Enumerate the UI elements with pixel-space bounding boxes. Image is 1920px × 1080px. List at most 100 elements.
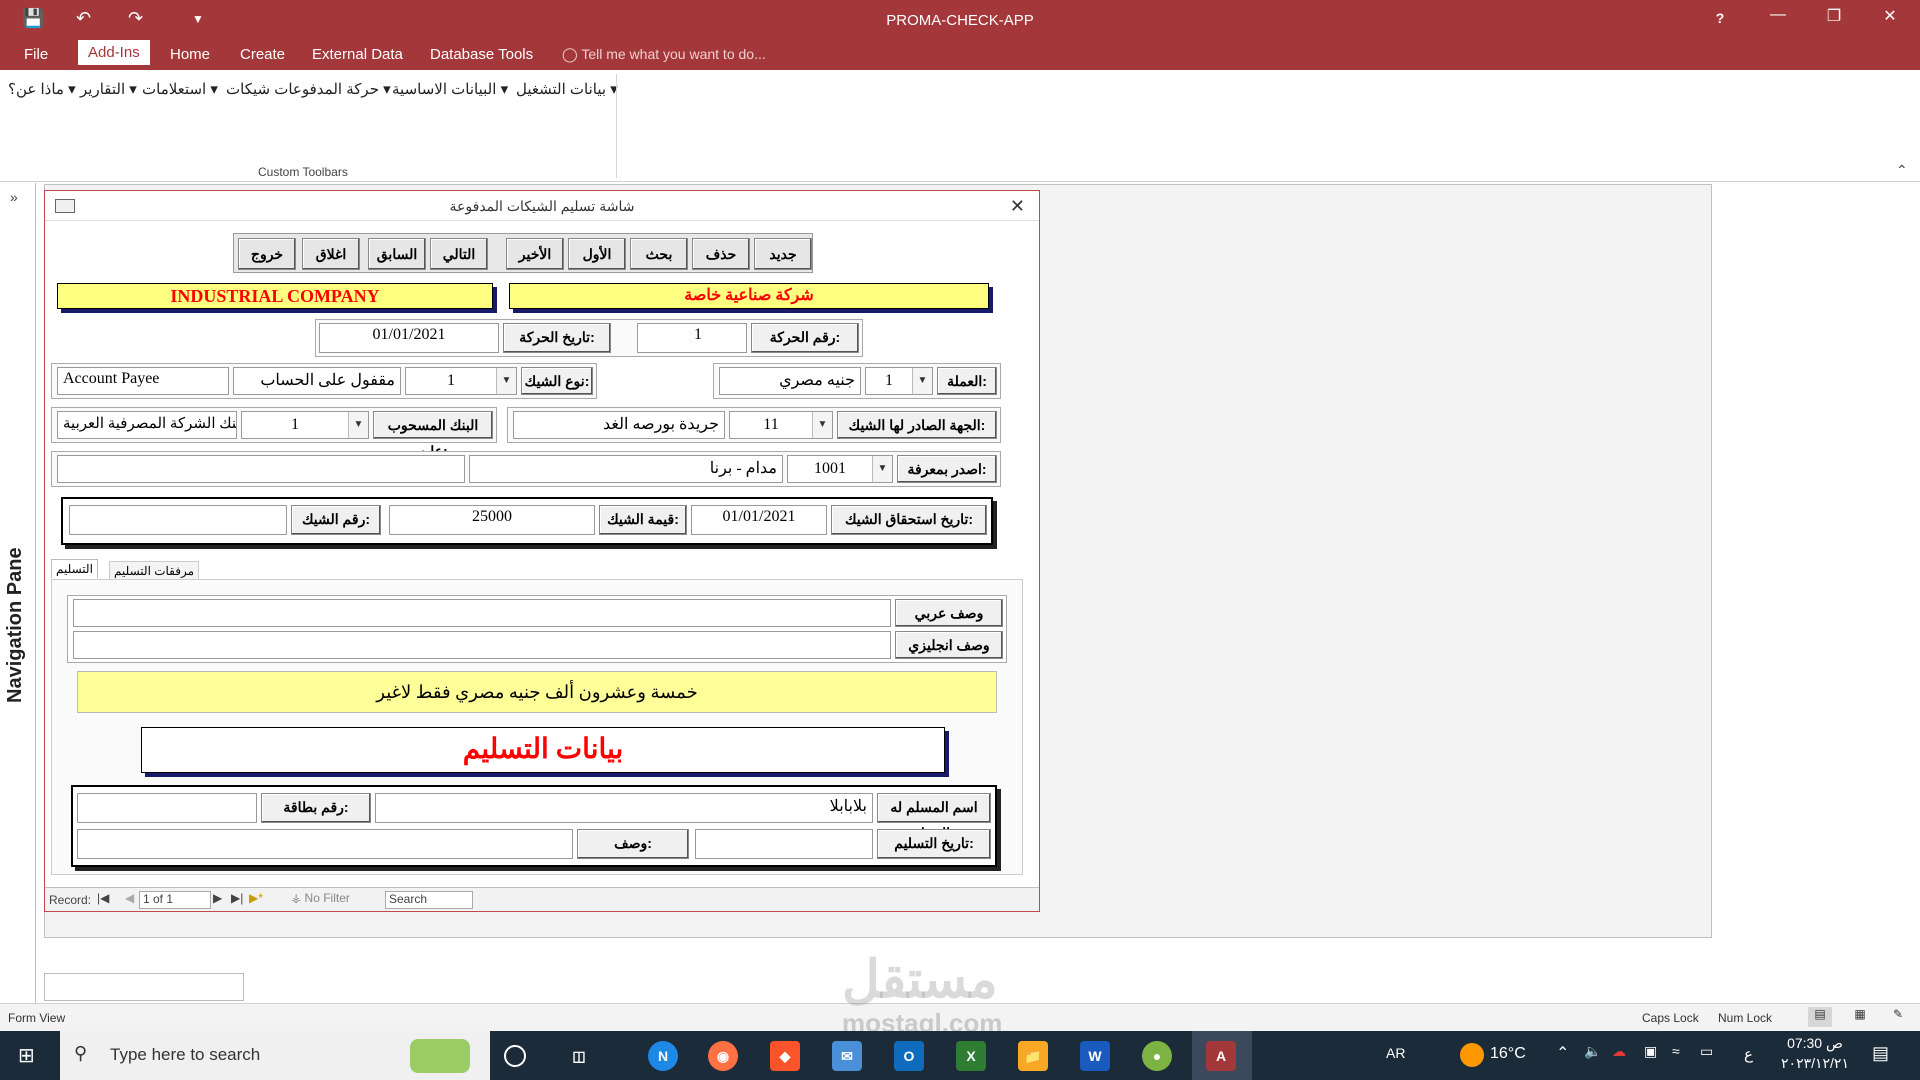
new-record-icon[interactable]: ▶*: [249, 891, 263, 905]
onedrive-icon[interactable]: ☁: [1612, 1043, 1626, 1060]
paint-icon[interactable]: ●: [1142, 1041, 1172, 1071]
access-icon[interactable]: A: [1206, 1041, 1236, 1071]
receiver-name-input[interactable]: بلابابلا: [375, 793, 873, 823]
last-record-icon[interactable]: ▶|: [231, 891, 243, 905]
tab-attachments[interactable]: مرفقات التسليم: [109, 561, 200, 580]
menu-create[interactable]: Create: [240, 46, 285, 63]
tab-delivery[interactable]: التسليم: [51, 559, 98, 578]
previous-record-icon[interactable]: ◀: [125, 891, 134, 905]
chevron-down-icon[interactable]: ▼: [872, 456, 892, 482]
expand-nav-icon[interactable]: »: [10, 189, 18, 205]
chevron-down-icon[interactable]: ▼: [348, 412, 368, 438]
close-button[interactable]: اغلاق: [302, 238, 360, 270]
n-app-icon[interactable]: N: [648, 1041, 678, 1071]
previous-button[interactable]: السابق: [368, 238, 426, 270]
issued-by-extra[interactable]: [57, 455, 465, 483]
desc-input[interactable]: [77, 829, 573, 859]
meet-icon[interactable]: ▣: [1644, 1043, 1657, 1060]
check-no-input[interactable]: [69, 505, 287, 535]
cortana-icon[interactable]: [504, 1045, 526, 1067]
menu-home[interactable]: Home: [170, 46, 210, 63]
ribbon-item-reports[interactable]: التقارير ▾: [80, 80, 137, 98]
menu-addins[interactable]: Add-Ins: [78, 40, 150, 65]
chevron-down-icon[interactable]: ▼: [812, 412, 832, 438]
ribbon-item-operation-data[interactable]: بيانات التشغيل ▾: [516, 80, 618, 98]
restore-button[interactable]: ❐: [1814, 6, 1854, 26]
navigation-pane[interactable]: » Navigation Pane: [0, 183, 36, 1003]
file-explorer-icon[interactable]: 📁: [1018, 1041, 1048, 1071]
menu-file[interactable]: File: [24, 46, 48, 63]
exit-button[interactable]: خروج: [238, 238, 296, 270]
ribbon-item-queries[interactable]: استعلامات ▾: [142, 80, 218, 98]
next-record-icon[interactable]: ▶: [213, 891, 222, 905]
check-type-select[interactable]: 1 ▼: [405, 367, 517, 395]
first-record-icon[interactable]: |◀: [97, 891, 109, 905]
new-button[interactable]: جديد: [754, 238, 812, 270]
clock-time[interactable]: 07:30 ص: [1782, 1035, 1848, 1052]
record-search-input[interactable]: Search: [385, 891, 473, 909]
clock-date[interactable]: ٢٠٢٣/١٢/٢١: [1770, 1055, 1860, 1072]
outlook-icon[interactable]: O: [894, 1041, 924, 1071]
windows-start-icon[interactable]: ⊞: [18, 1043, 35, 1068]
ribbon-item-check-payments[interactable]: حركة المدفوعات شيكات ▾: [226, 80, 391, 98]
movement-date-input[interactable]: 01/01/2021: [319, 323, 499, 353]
wifi-icon[interactable]: ≈: [1672, 1043, 1680, 1059]
form-view-icon[interactable]: ▤: [1808, 1007, 1832, 1027]
check-value-input[interactable]: 25000: [389, 505, 595, 535]
due-date-input[interactable]: 01/01/2021: [691, 505, 827, 535]
check-type-name[interactable]: مقفول على الحساب: [233, 367, 401, 395]
close-form-button[interactable]: ✕: [1010, 191, 1025, 221]
menu-database-tools[interactable]: Database Tools: [430, 46, 533, 63]
language-indicator[interactable]: AR: [1386, 1045, 1405, 1061]
search-button[interactable]: بحث: [630, 238, 688, 270]
battery-icon[interactable]: ▭: [1700, 1043, 1713, 1060]
design-view-icon[interactable]: ✎: [1886, 1007, 1910, 1021]
bank-name[interactable]: بنك الشركة المصرفية العربية: [57, 411, 237, 439]
ribbon-item-what-if[interactable]: ماذا عن؟ ▾: [8, 80, 76, 98]
issued-to-name[interactable]: جريدة بورصه الغد: [513, 411, 725, 439]
issued-to-select[interactable]: 11 ▼: [729, 411, 833, 439]
bank-select[interactable]: 1 ▼: [241, 411, 369, 439]
volume-icon[interactable]: 🔈: [1584, 1043, 1601, 1060]
chevron-down-icon[interactable]: ▼: [912, 368, 932, 394]
currency-name[interactable]: جنيه مصري: [719, 367, 861, 395]
word-icon[interactable]: W: [1080, 1041, 1110, 1071]
input-method-indicator[interactable]: ع: [1744, 1045, 1753, 1063]
excel-icon[interactable]: X: [956, 1041, 986, 1071]
mail-icon[interactable]: ✉: [832, 1041, 862, 1071]
next-button[interactable]: التالي: [430, 238, 488, 270]
movement-no-input[interactable]: 1: [637, 323, 747, 353]
filter-indicator[interactable]: ⚶ No Filter: [291, 891, 350, 905]
currency-select[interactable]: 1 ▼: [865, 367, 933, 395]
delete-button[interactable]: حذف: [692, 238, 750, 270]
num-lock-status: Num Lock: [1718, 1011, 1773, 1025]
issued-by-select[interactable]: 1001 ▼: [787, 455, 893, 483]
datasheet-view-icon[interactable]: ▦: [1848, 1007, 1872, 1021]
last-button[interactable]: الأخير: [506, 238, 564, 270]
issued-to-code: 11: [763, 416, 779, 433]
first-button[interactable]: الأول: [568, 238, 626, 270]
brave-icon[interactable]: ◆: [770, 1041, 800, 1071]
taskbar-search[interactable]: ⚲ Type here to search: [60, 1031, 490, 1080]
ribbon-item-basic-data[interactable]: البيانات الاساسية ▾: [392, 80, 508, 98]
minimize-button[interactable]: —: [1758, 6, 1798, 24]
menu-external-data[interactable]: External Data: [312, 46, 403, 63]
weather-temp[interactable]: 16°C: [1490, 1045, 1526, 1063]
chevron-up-icon[interactable]: ⌃: [1556, 1043, 1569, 1063]
issued-by-name[interactable]: مدام - برنا: [469, 455, 783, 483]
firefox-icon[interactable]: ◉: [708, 1041, 738, 1071]
tell-me-box[interactable]: ◯ Tell me what you want to do...: [562, 46, 766, 63]
desc-en-input[interactable]: [73, 631, 891, 659]
desc-ar-input[interactable]: [73, 599, 891, 627]
chevron-down-icon[interactable]: ▼: [496, 368, 516, 394]
task-view-icon[interactable]: ◫: [564, 1041, 594, 1071]
notifications-icon[interactable]: ▤: [1872, 1043, 1889, 1064]
close-window-button[interactable]: ✕: [1870, 6, 1910, 26]
delivery-date-input[interactable]: [695, 829, 873, 859]
help-button[interactable]: ?: [1700, 10, 1740, 26]
check-type-en[interactable]: Account Payee: [57, 367, 229, 395]
card-no-input[interactable]: [77, 793, 257, 823]
record-position[interactable]: 1 of 1: [139, 891, 211, 909]
weather-icon[interactable]: [1460, 1043, 1484, 1067]
collapse-ribbon-icon[interactable]: ⌃: [1896, 162, 1908, 179]
